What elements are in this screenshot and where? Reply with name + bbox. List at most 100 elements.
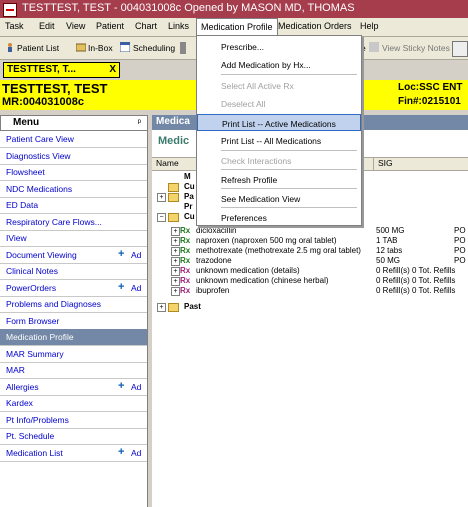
menu-view[interactable]: View: [66, 21, 85, 31]
add-label[interactable]: Ad: [131, 250, 141, 260]
expand-icon[interactable]: +: [157, 303, 166, 312]
menu-item[interactable]: Document Viewing + Ad: [0, 247, 147, 264]
menu-item-deselect-all[interactable]: Deselect All: [197, 95, 361, 112]
menu-item-add-medication-by-hx[interactable]: Add Medication by Hx...: [197, 56, 361, 73]
menu-item[interactable]: PowerOrders + Ad: [0, 280, 147, 297]
medication-row[interactable]: + Rx unknown medication (details) 0 Refill(…: [152, 266, 468, 276]
menu-item-label: Document Viewing: [6, 249, 77, 260]
scheduling-button[interactable]: Scheduling: [133, 43, 175, 53]
medication-row[interactable]: + Rx unknown medication (chinese herbal) 0 …: [152, 276, 468, 286]
add-label[interactable]: Ad: [131, 448, 141, 458]
menu-item[interactable]: Medication List + Ad: [0, 445, 147, 462]
medication-row[interactable]: + Rx ibuprofen 0 Refill(s) 0 Tot. Refills: [152, 286, 468, 296]
patient-list-button[interactable]: Patient List: [17, 43, 59, 53]
menu-item-select-all-active-rx[interactable]: Select All Active Rx: [197, 77, 361, 94]
add-label[interactable]: Ad: [131, 382, 141, 392]
menu-chart[interactable]: Chart: [135, 21, 157, 31]
add-icon[interactable]: +: [118, 281, 124, 293]
menu-item[interactable]: Medication Profile: [0, 329, 147, 346]
menu-item[interactable]: ED Data: [0, 197, 147, 214]
menu-item-preferences[interactable]: Preferences: [197, 209, 361, 226]
menu-item-label: Preferences: [221, 213, 267, 223]
app-icon: [3, 3, 17, 17]
tree-row-past[interactable]: + Past: [152, 302, 468, 312]
menu-separator: [221, 74, 357, 75]
expand-icon[interactable]: +: [171, 267, 180, 276]
menu-edit[interactable]: Edit: [39, 21, 55, 31]
menu-item-label: Respiratory Care Flows...: [6, 216, 102, 227]
folder-icon: [168, 183, 179, 192]
menu-item[interactable]: Respiratory Care Flows...: [0, 214, 147, 231]
menu-item[interactable]: Clinical Notes: [0, 263, 147, 280]
menu-item[interactable]: Pt. Schedule: [0, 428, 147, 445]
folder-icon: [168, 303, 179, 312]
expand-icon[interactable]: +: [171, 277, 180, 286]
menu-item-label: Clinical Notes: [6, 266, 58, 276]
menu-item[interactable]: MAR: [0, 362, 147, 379]
menu-item[interactable]: MAR Summary: [0, 346, 147, 363]
close-icon[interactable]: X: [109, 64, 116, 75]
medication-row[interactable]: + Rx methotrexate (methotrexate 2.5 mg ora…: [152, 246, 468, 256]
menu-item[interactable]: IView: [0, 230, 147, 247]
inbox-button[interactable]: In-Box: [88, 43, 113, 53]
menu-item[interactable]: Patient Care View: [0, 131, 147, 148]
menu-item-label: NDC Medications: [6, 183, 73, 194]
menu-item-label: Form Browser: [6, 315, 60, 326]
menu-panel-title: Menu: [13, 117, 40, 128]
menu-item-see-medication-view[interactable]: See Medication View: [197, 190, 361, 207]
menu-item[interactable]: Diagnostics View: [0, 148, 147, 165]
pin-icon[interactable]: ᵖ: [138, 117, 141, 127]
menu-item-prescribe[interactable]: Prescribe...: [197, 38, 361, 55]
menu-medication-orders[interactable]: Medication Orders: [278, 21, 352, 31]
menu-task[interactable]: Task: [5, 21, 24, 31]
add-icon[interactable]: +: [118, 380, 124, 392]
menu-item[interactable]: Allergies + Ad: [0, 379, 147, 396]
menu-item-print-list-active[interactable]: Print List -- Active Medications: [197, 114, 361, 131]
add-label[interactable]: Ad: [131, 283, 141, 293]
medication-sig: PO: [454, 236, 466, 245]
add-icon[interactable]: +: [118, 446, 124, 458]
person-icon: [8, 43, 12, 52]
menu-item[interactable]: Pt Info/Problems: [0, 412, 147, 429]
menu-item[interactable]: Form Browser: [0, 313, 147, 330]
medication-row[interactable]: + Rx dicloxacillin 500 MG PO: [152, 226, 468, 236]
menu-links[interactable]: Links: [168, 21, 189, 31]
menu-item-label: PowerOrders: [6, 282, 57, 293]
past-label: Past: [184, 302, 201, 311]
collapse-icon[interactable]: −: [157, 213, 166, 222]
menu-item[interactable]: NDC Medications: [0, 181, 147, 198]
patient-tab-label: TESTTEST, T...: [7, 64, 76, 75]
menu-help[interactable]: Help: [360, 21, 379, 31]
expand-icon[interactable]: +: [171, 257, 180, 266]
expand-icon[interactable]: +: [171, 247, 180, 256]
expand-icon[interactable]: +: [171, 237, 180, 246]
menu-item-print-list-all[interactable]: Print List -- All Medications: [197, 132, 361, 149]
medication-name: unknown medication (chinese herbal): [196, 276, 329, 285]
menu-item[interactable]: Problems and Diagnoses: [0, 296, 147, 313]
toolbar-overflow-icon[interactable]: [180, 42, 186, 54]
expand-icon[interactable]: +: [171, 287, 180, 296]
menu-item-check-interactions[interactable]: Check Interactions: [197, 152, 361, 169]
add-icon[interactable]: +: [118, 248, 124, 260]
patient-tab[interactable]: TESTTEST, T... X: [3, 62, 120, 78]
menu-item[interactable]: Kardex: [0, 395, 147, 412]
expand-icon[interactable]: +: [157, 193, 166, 202]
tree-row-label: M: [184, 172, 191, 181]
medication-row[interactable]: + Rx naproxen (naproxen 500 mg oral tablet…: [152, 236, 468, 246]
menu-item-label: IView: [6, 233, 27, 243]
menu-item[interactable]: Flowsheet: [0, 164, 147, 181]
medication-row[interactable]: + Rx trazodone 50 MG PO: [152, 256, 468, 266]
menu-item-refresh-profile[interactable]: Refresh Profile: [197, 171, 361, 188]
menu-item-label: Medication List: [6, 447, 63, 458]
view-sticky-notes-button[interactable]: View Sticky Notes: [382, 43, 450, 53]
column-name[interactable]: Name: [156, 158, 179, 168]
medication-sig: PO: [454, 246, 466, 255]
menu-patient[interactable]: Patient: [96, 21, 124, 31]
medication-header-title: Medica: [156, 116, 190, 127]
menu-medication-profile[interactable]: Medication Profile: [196, 18, 278, 35]
menu-item-label: MAR: [6, 365, 25, 375]
column-sig[interactable]: SIG: [378, 158, 393, 168]
patient-location: Loc:SSC ENT: [398, 82, 463, 93]
toolbar-extra-button[interactable]: [452, 41, 468, 57]
expand-icon[interactable]: +: [171, 227, 180, 236]
